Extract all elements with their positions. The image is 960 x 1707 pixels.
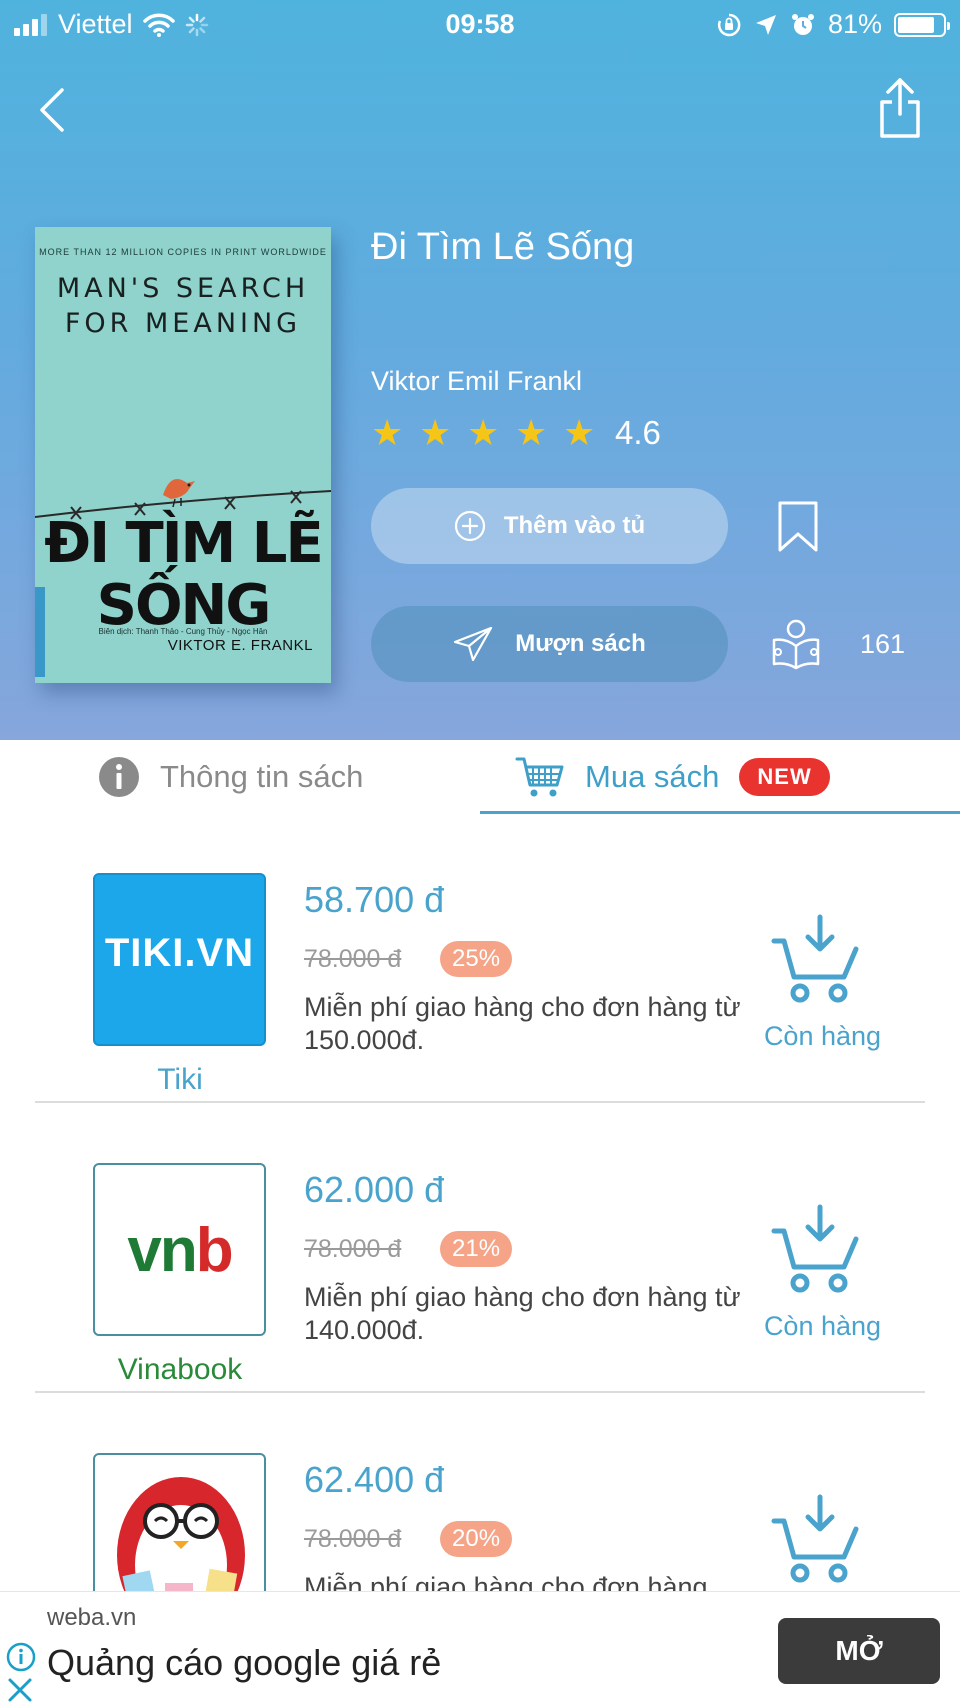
book-header: Viettel 09:58 81% MORE THAN 12 MILLION C… — [0, 0, 960, 740]
battery-icon — [894, 12, 950, 37]
send-paper-plane-icon — [454, 626, 493, 662]
star-icon: ★ — [515, 412, 548, 453]
stock-status: Còn hàng — [763, 1311, 882, 1341]
add-to-cart-icon[interactable] — [770, 1491, 866, 1587]
bookmark-icon[interactable] — [776, 500, 820, 554]
battery-percent: 81% — [827, 9, 882, 39]
tiki-logo-text: TIKI.VN — [104, 931, 255, 975]
ad-domain: weba.vn — [47, 1604, 137, 1631]
ad-banner[interactable]: weba.vn Quảng cáo google giá rẻ MỞ — [0, 1591, 960, 1707]
cover-translators: Biên dịch: Thanh Thảo - Cung Thủy - Ngọc… — [98, 627, 268, 636]
star-icon: ★ — [563, 412, 596, 453]
store-offer-vinabook[interactable]: vnb Vinabook 62.000 đ 78.000 đ 21% Miễn … — [0, 1163, 960, 1453]
ad-info-icon[interactable] — [6, 1642, 36, 1672]
status-bar: Viettel 09:58 81% — [0, 0, 960, 48]
publisher-logo — [35, 587, 45, 677]
star-icon: ★ — [419, 412, 452, 453]
divider — [35, 1391, 925, 1393]
store-old-price: 78.000 đ — [304, 1235, 402, 1263]
detail-tabs: Thông tin sách Mua sách NEW — [0, 740, 960, 814]
reader-book-icon — [772, 619, 820, 670]
discount-badge: 25% — [440, 941, 513, 977]
ad-headline[interactable]: Quảng cáo google giá rẻ — [47, 1642, 441, 1684]
shipping-note: Miễn phí giao hàng cho đơn hàng — [304, 1572, 708, 1591]
cover-author: VIKTOR E. FRANKL — [167, 637, 313, 654]
back-chevron-icon[interactable] — [30, 82, 74, 138]
add-to-shelf-label: Thêm vào tủ — [503, 512, 646, 539]
store-old-price: 78.000 đ — [304, 1525, 402, 1553]
shipping-note: Miễn phí giao hàng cho đơn hàng từ 150.0… — [304, 992, 741, 1055]
active-tab-indicator — [480, 811, 960, 814]
star-rating: ★ ★ ★ ★ ★ 4.6 — [371, 412, 661, 454]
vinabook-logo: vnb — [93, 1163, 266, 1336]
rating-value: 4.6 — [615, 414, 661, 451]
ad-open-button[interactable]: MỞ — [778, 1618, 940, 1684]
status-right: 81% — [716, 9, 950, 40]
store-price: 58.700 đ — [304, 879, 445, 920]
alarm-icon — [791, 13, 814, 35]
penguin-store-logo — [93, 1453, 266, 1591]
borrow-book-label: Mượn sách — [515, 630, 646, 657]
new-badge: NEW — [739, 758, 830, 796]
tab-buy-book[interactable]: Mua sách NEW — [515, 740, 830, 814]
store-name: Tiki — [157, 1063, 203, 1096]
rotation-lock-icon — [717, 13, 741, 36]
tiki-logo: TIKI.VN — [93, 873, 266, 1046]
store-name: Vinabook — [117, 1353, 243, 1386]
readers-counter: 161 — [770, 618, 940, 670]
plus-circle-icon — [454, 510, 485, 542]
share-icon[interactable] — [876, 76, 924, 140]
ad-close-icon[interactable] — [6, 1676, 34, 1704]
book-cover[interactable]: MORE THAN 12 MILLION COPIES IN PRINT WOR… — [35, 227, 331, 683]
cover-english-title: MAN'S SEARCH FOR MEANING — [56, 273, 310, 339]
store-offer-tiki[interactable]: TIKI.VN Tiki 58.700 đ 78.000 đ 25% Miễn … — [0, 873, 960, 1163]
tab-book-info[interactable]: Thông tin sách — [98, 740, 363, 814]
book-title: Đi Tìm Lẽ Sống — [371, 226, 635, 268]
info-icon — [99, 757, 139, 797]
store-price: 62.400 đ — [304, 1459, 445, 1500]
store-offer-third[interactable]: 62.400 đ 78.000 đ 20% Miễn phí giao hàng… — [0, 1453, 960, 1591]
cover-vietnamese-title: ĐI TÌM LẼ SỐNG — [44, 511, 323, 638]
add-to-shelf-button[interactable]: Thêm vào tủ — [371, 488, 728, 564]
penguin-mascot-image — [117, 1477, 245, 1591]
shopping-cart-icon — [515, 757, 564, 797]
readers-count: 161 — [860, 628, 906, 659]
cover-tagline: MORE THAN 12 MILLION COPIES IN PRINT WOR… — [39, 247, 327, 257]
star-icon: ★ — [371, 412, 404, 453]
discount-badge: 20% — [440, 1521, 513, 1557]
stock-status: Còn hàng — [763, 1021, 882, 1051]
vinabook-logo-text: vnb — [127, 1216, 233, 1285]
store-old-price: 78.000 đ — [304, 945, 402, 973]
borrow-book-button[interactable]: Mượn sách — [371, 606, 728, 682]
store-price: 62.000 đ — [304, 1169, 445, 1210]
book-author[interactable]: Viktor Emil Frankl — [371, 366, 582, 397]
tab-book-info-label: Thông tin sách — [160, 759, 364, 794]
shipping-note: Miễn phí giao hàng cho đơn hàng từ 140.0… — [304, 1282, 741, 1345]
location-icon — [755, 14, 776, 35]
divider — [35, 1101, 925, 1103]
tab-buy-book-label: Mua sách — [585, 759, 720, 794]
add-to-cart-icon[interactable] — [770, 911, 866, 1007]
discount-badge: 21% — [440, 1231, 513, 1267]
add-to-cart-icon[interactable] — [770, 1201, 866, 1297]
star-icon: ★ — [467, 412, 500, 453]
